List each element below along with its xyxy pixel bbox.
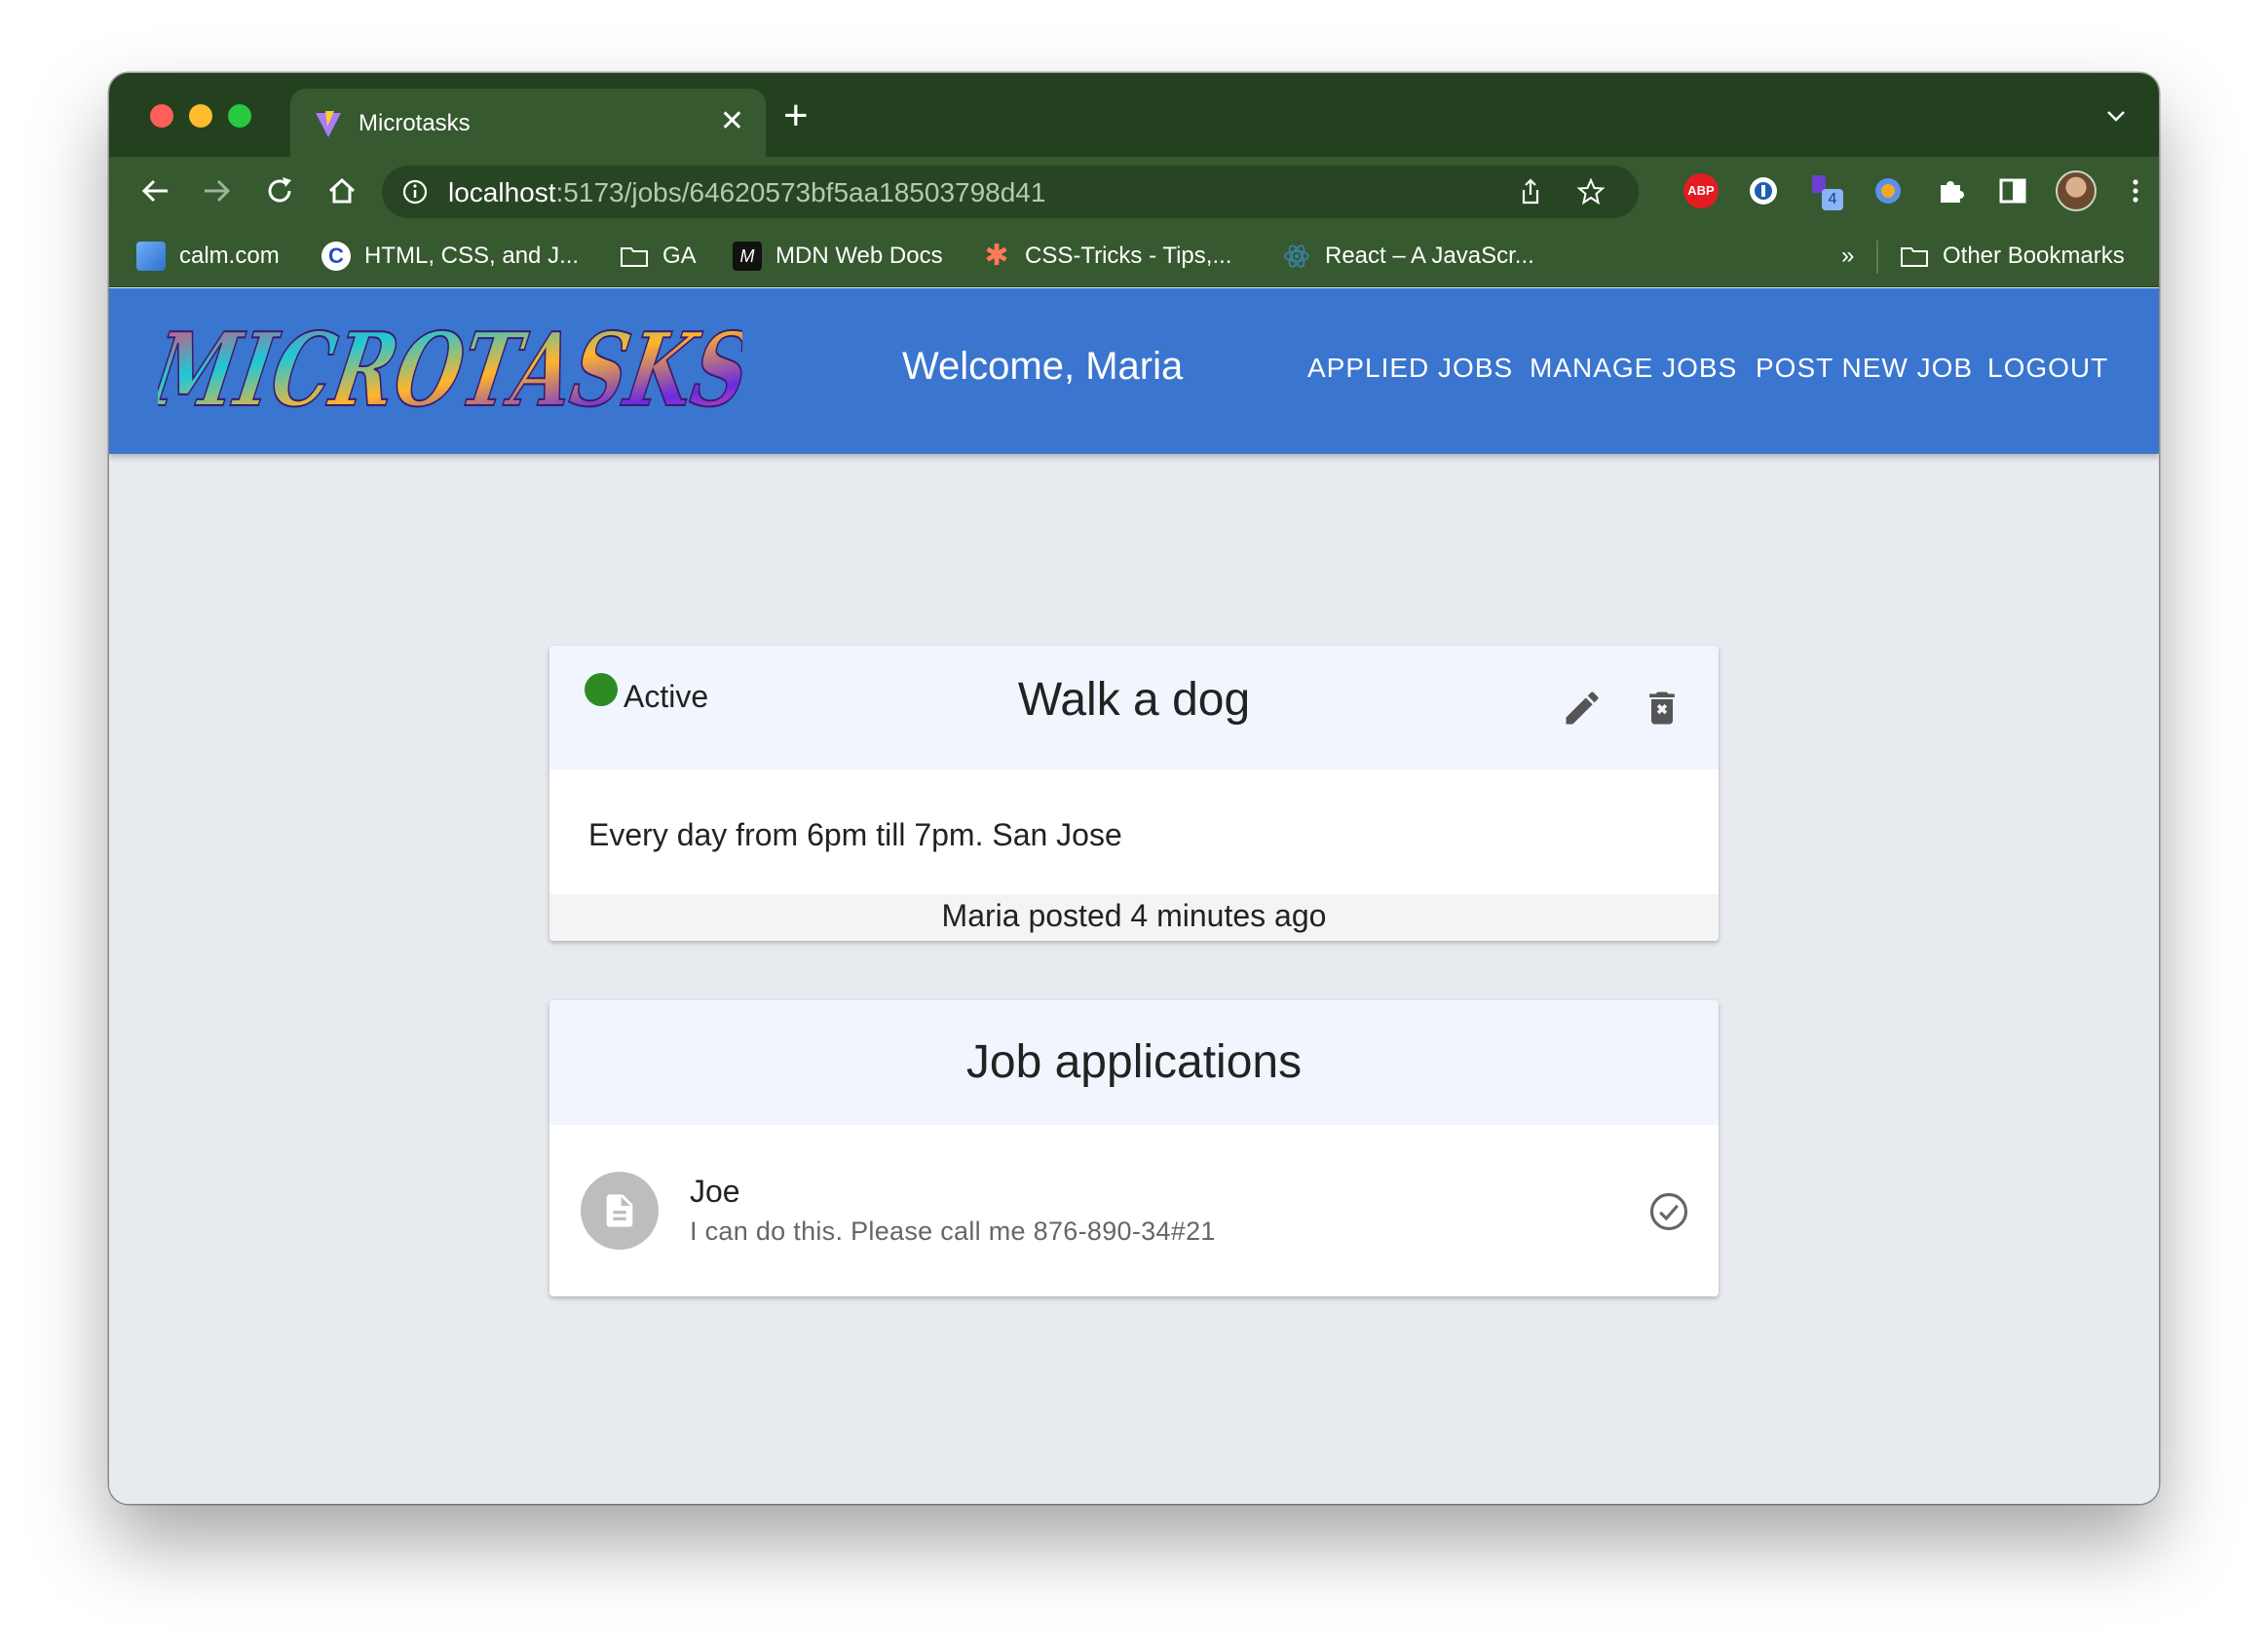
- bookmark-react[interactable]: React – A JavaScr...: [1282, 239, 1534, 274]
- posted-info: Maria posted 4 minutes ago: [941, 898, 1327, 933]
- delete-trash-icon[interactable]: [1641, 687, 1683, 730]
- bookmark-ga[interactable]: GA: [620, 239, 697, 274]
- info-icon[interactable]: [401, 178, 429, 206]
- reload-icon[interactable]: [261, 172, 298, 209]
- browser-window: Microtasks ✕ + localhost:5173/jobs/64620…: [109, 73, 2159, 1504]
- applications-card: Job applications Joe I can do this. Plea…: [549, 1000, 1719, 1296]
- applicant-name: Joe: [690, 1174, 740, 1209]
- extension-badge-icon[interactable]: 4: [1808, 173, 1843, 210]
- url-text[interactable]: localhost:5173/jobs/64620573bf5aa1850379…: [448, 177, 1045, 208]
- welcome-message: Welcome, Maria: [902, 345, 1184, 388]
- applications-header: Job applications: [549, 1000, 1719, 1125]
- bookmark-label: React – A JavaScr...: [1325, 243, 1534, 269]
- password-manager-icon[interactable]: [1746, 173, 1781, 208]
- codecademy-icon: C: [321, 242, 351, 271]
- tab-title: Microtasks: [359, 110, 471, 136]
- colorful-extension-icon[interactable]: [1871, 173, 1906, 208]
- page-content: MICROTASKS Welcome, Maria APPLIED JOBS M…: [109, 288, 2159, 1504]
- extension-badge-count: 4: [1822, 189, 1843, 210]
- app-header: MICROTASKS Welcome, Maria APPLIED JOBS M…: [109, 288, 2159, 454]
- bookmark-label: HTML, CSS, and J...: [364, 243, 580, 269]
- tab-close-icon[interactable]: ✕: [720, 104, 744, 139]
- bookmark-calm[interactable]: calm.com: [136, 239, 280, 274]
- bookmarks-overflow-button[interactable]: »: [1841, 239, 1854, 274]
- svg-text:MICROTASKS: MICROTASKS: [158, 311, 742, 430]
- zoom-window-button[interactable]: [228, 104, 251, 128]
- css-tricks-icon: ✱: [984, 240, 1009, 272]
- vite-icon: [316, 111, 341, 137]
- folder-icon: [1901, 247, 1928, 267]
- bookmark-mdn[interactable]: M MDN Web Docs: [733, 239, 943, 274]
- nav-applied-jobs[interactable]: APPLIED JOBS: [1307, 353, 1513, 384]
- bookmarks-divider: [1876, 241, 1878, 274]
- job-card-footer: Maria posted 4 minutes ago: [549, 894, 1719, 941]
- job-status: Active: [624, 679, 709, 714]
- applicant-message: I can do this. Please call me 876-890-34…: [690, 1217, 1216, 1246]
- bookmark-label: GA: [662, 243, 697, 269]
- adblock-icon[interactable]: ABP: [1683, 173, 1719, 208]
- more-menu-icon[interactable]: [2118, 173, 2153, 208]
- other-bookmarks-label: Other Bookmarks: [1943, 243, 2125, 269]
- react-icon: [1284, 244, 1309, 268]
- mdn-icon: M: [733, 242, 762, 271]
- status-indicator-icon: [585, 673, 618, 706]
- profile-avatar[interactable]: [2056, 170, 2097, 211]
- job-description: Every day from 6pm till 7pm. San Jose: [588, 817, 1122, 852]
- extensions-puzzle-icon[interactable]: [1933, 173, 1968, 208]
- bookmark-css-tricks[interactable]: ✱ CSS-Tricks - Tips,...: [982, 239, 1231, 274]
- job-title: Walk a dog: [1017, 674, 1251, 726]
- back-arrow-icon[interactable]: [136, 172, 173, 209]
- bookmark-star-icon[interactable]: [1576, 177, 1606, 206]
- forward-arrow-icon[interactable]: [199, 172, 236, 209]
- job-card-header: Walk a dog Active: [549, 646, 1719, 769]
- browser-tab-active[interactable]: Microtasks ✕: [290, 89, 766, 157]
- close-window-button[interactable]: [150, 104, 173, 128]
- calm-icon: [136, 242, 166, 271]
- document-icon: [606, 1194, 633, 1227]
- edit-pencil-icon[interactable]: [1561, 687, 1604, 730]
- address-bar[interactable]: localhost:5173/jobs/64620573bf5aa1850379…: [382, 166, 1639, 218]
- bookmark-label: CSS-Tricks - Tips,...: [1025, 243, 1232, 269]
- job-card: Walk a dog Active Every day from 6pm til…: [549, 646, 1719, 941]
- tab-strip: Microtasks ✕ +: [109, 73, 2159, 157]
- nav-post-new-job[interactable]: POST NEW JOB: [1756, 353, 1973, 384]
- applicant-avatar: [581, 1172, 659, 1250]
- other-bookmarks[interactable]: Other Bookmarks: [1900, 239, 2125, 274]
- nav-manage-jobs[interactable]: MANAGE JOBS: [1530, 353, 1737, 384]
- overflow-chevron-icon: »: [1841, 243, 1855, 269]
- accept-check-icon[interactable]: [1648, 1191, 1689, 1232]
- microtasks-logo[interactable]: MICROTASKS: [158, 306, 742, 432]
- home-icon[interactable]: [323, 172, 360, 209]
- bookmarks-bar: calm.com C HTML, CSS, and J... GA M MDN …: [109, 225, 2159, 287]
- chevron-down-icon[interactable]: [2102, 102, 2130, 130]
- folder-icon: [621, 247, 648, 267]
- bookmark-html-css[interactable]: C HTML, CSS, and J...: [321, 239, 579, 274]
- bookmark-label: MDN Web Docs: [775, 243, 943, 269]
- share-icon[interactable]: [1516, 177, 1545, 206]
- bookmark-label: calm.com: [179, 243, 280, 269]
- browser-toolbar: localhost:5173/jobs/64620573bf5aa1850379…: [109, 157, 2159, 225]
- side-panel-icon[interactable]: [1995, 173, 2030, 208]
- applications-title: Job applications: [965, 1036, 1303, 1088]
- nav-logout[interactable]: LOGOUT: [1987, 353, 2108, 384]
- new-tab-button[interactable]: +: [783, 94, 809, 137]
- minimize-window-button[interactable]: [189, 104, 212, 128]
